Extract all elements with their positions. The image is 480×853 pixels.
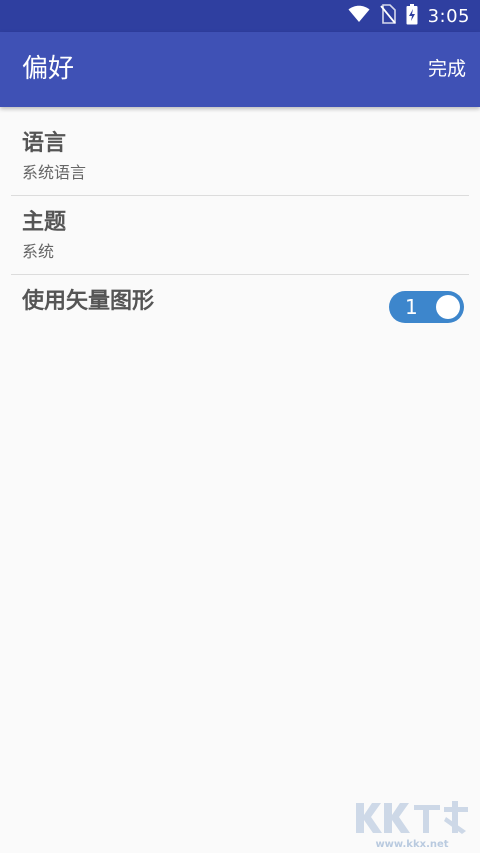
vector-graphics-toggle[interactable]: 1 (389, 291, 464, 323)
pref-item-vector-graphics[interactable]: 使用矢量图形 1 (11, 275, 469, 354)
page-title: 偏好 (22, 54, 75, 84)
pref-summary: 系统语言 (22, 163, 87, 182)
svg-text:www.kkx.net: www.kkx.net (375, 839, 448, 849)
pref-title: 主题 (22, 210, 67, 235)
status-time: 3:05 (427, 5, 470, 27)
toggle-knob (436, 295, 460, 319)
wifi-icon (348, 5, 370, 27)
screen: 3:05 偏好 完成 语言 系统语言 主题 系统 使用矢量图形 1 www.kk… (0, 0, 480, 853)
pref-item-theme[interactable]: 主题 系统 (11, 196, 469, 275)
pref-item-language[interactable]: 语言 系统语言 (11, 117, 469, 196)
battery-charging-icon (406, 3, 418, 29)
done-button[interactable]: 完成 (428, 54, 466, 84)
toggle-on-label: 1 (405, 295, 418, 319)
status-icons: 3:05 (348, 0, 470, 32)
pref-summary: 系统 (22, 242, 55, 261)
no-sim-icon (379, 4, 396, 28)
pref-title: 语言 (22, 131, 67, 156)
preference-list: 语言 系统语言 主题 系统 使用矢量图形 1 (0, 117, 480, 354)
status-bar: 3:05 (0, 0, 480, 32)
watermark-logo: www.kkx.net (352, 797, 472, 850)
app-bar: 偏好 完成 (0, 32, 480, 107)
pref-title: 使用矢量图形 (22, 289, 155, 314)
